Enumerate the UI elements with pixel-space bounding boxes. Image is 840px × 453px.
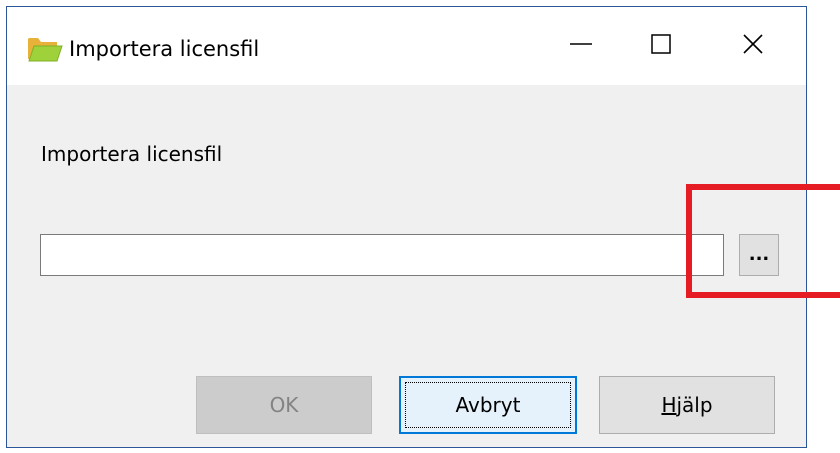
folder-open-icon bbox=[27, 35, 63, 63]
maximize-button[interactable] bbox=[621, 7, 701, 85]
help-label: jälp bbox=[676, 393, 713, 417]
title-bar[interactable]: Importera licensfil bbox=[7, 7, 806, 85]
cancel-button[interactable]: Avbryt bbox=[399, 376, 577, 434]
highlight-annotation bbox=[686, 184, 840, 298]
close-button[interactable] bbox=[713, 7, 793, 85]
license-file-path-input[interactable] bbox=[40, 234, 724, 276]
help-mnemonic: H bbox=[661, 393, 677, 417]
ok-button[interactable]: OK bbox=[196, 376, 372, 434]
help-button[interactable]: Hjälp bbox=[599, 376, 775, 434]
close-icon bbox=[742, 33, 764, 59]
focus-ring bbox=[405, 382, 571, 428]
minimize-button[interactable] bbox=[541, 7, 621, 85]
minimize-icon bbox=[569, 32, 593, 60]
license-file-label: Importera licensfil bbox=[41, 142, 223, 166]
maximize-icon bbox=[650, 33, 672, 59]
window-title: Importera licensfil bbox=[69, 37, 260, 61]
